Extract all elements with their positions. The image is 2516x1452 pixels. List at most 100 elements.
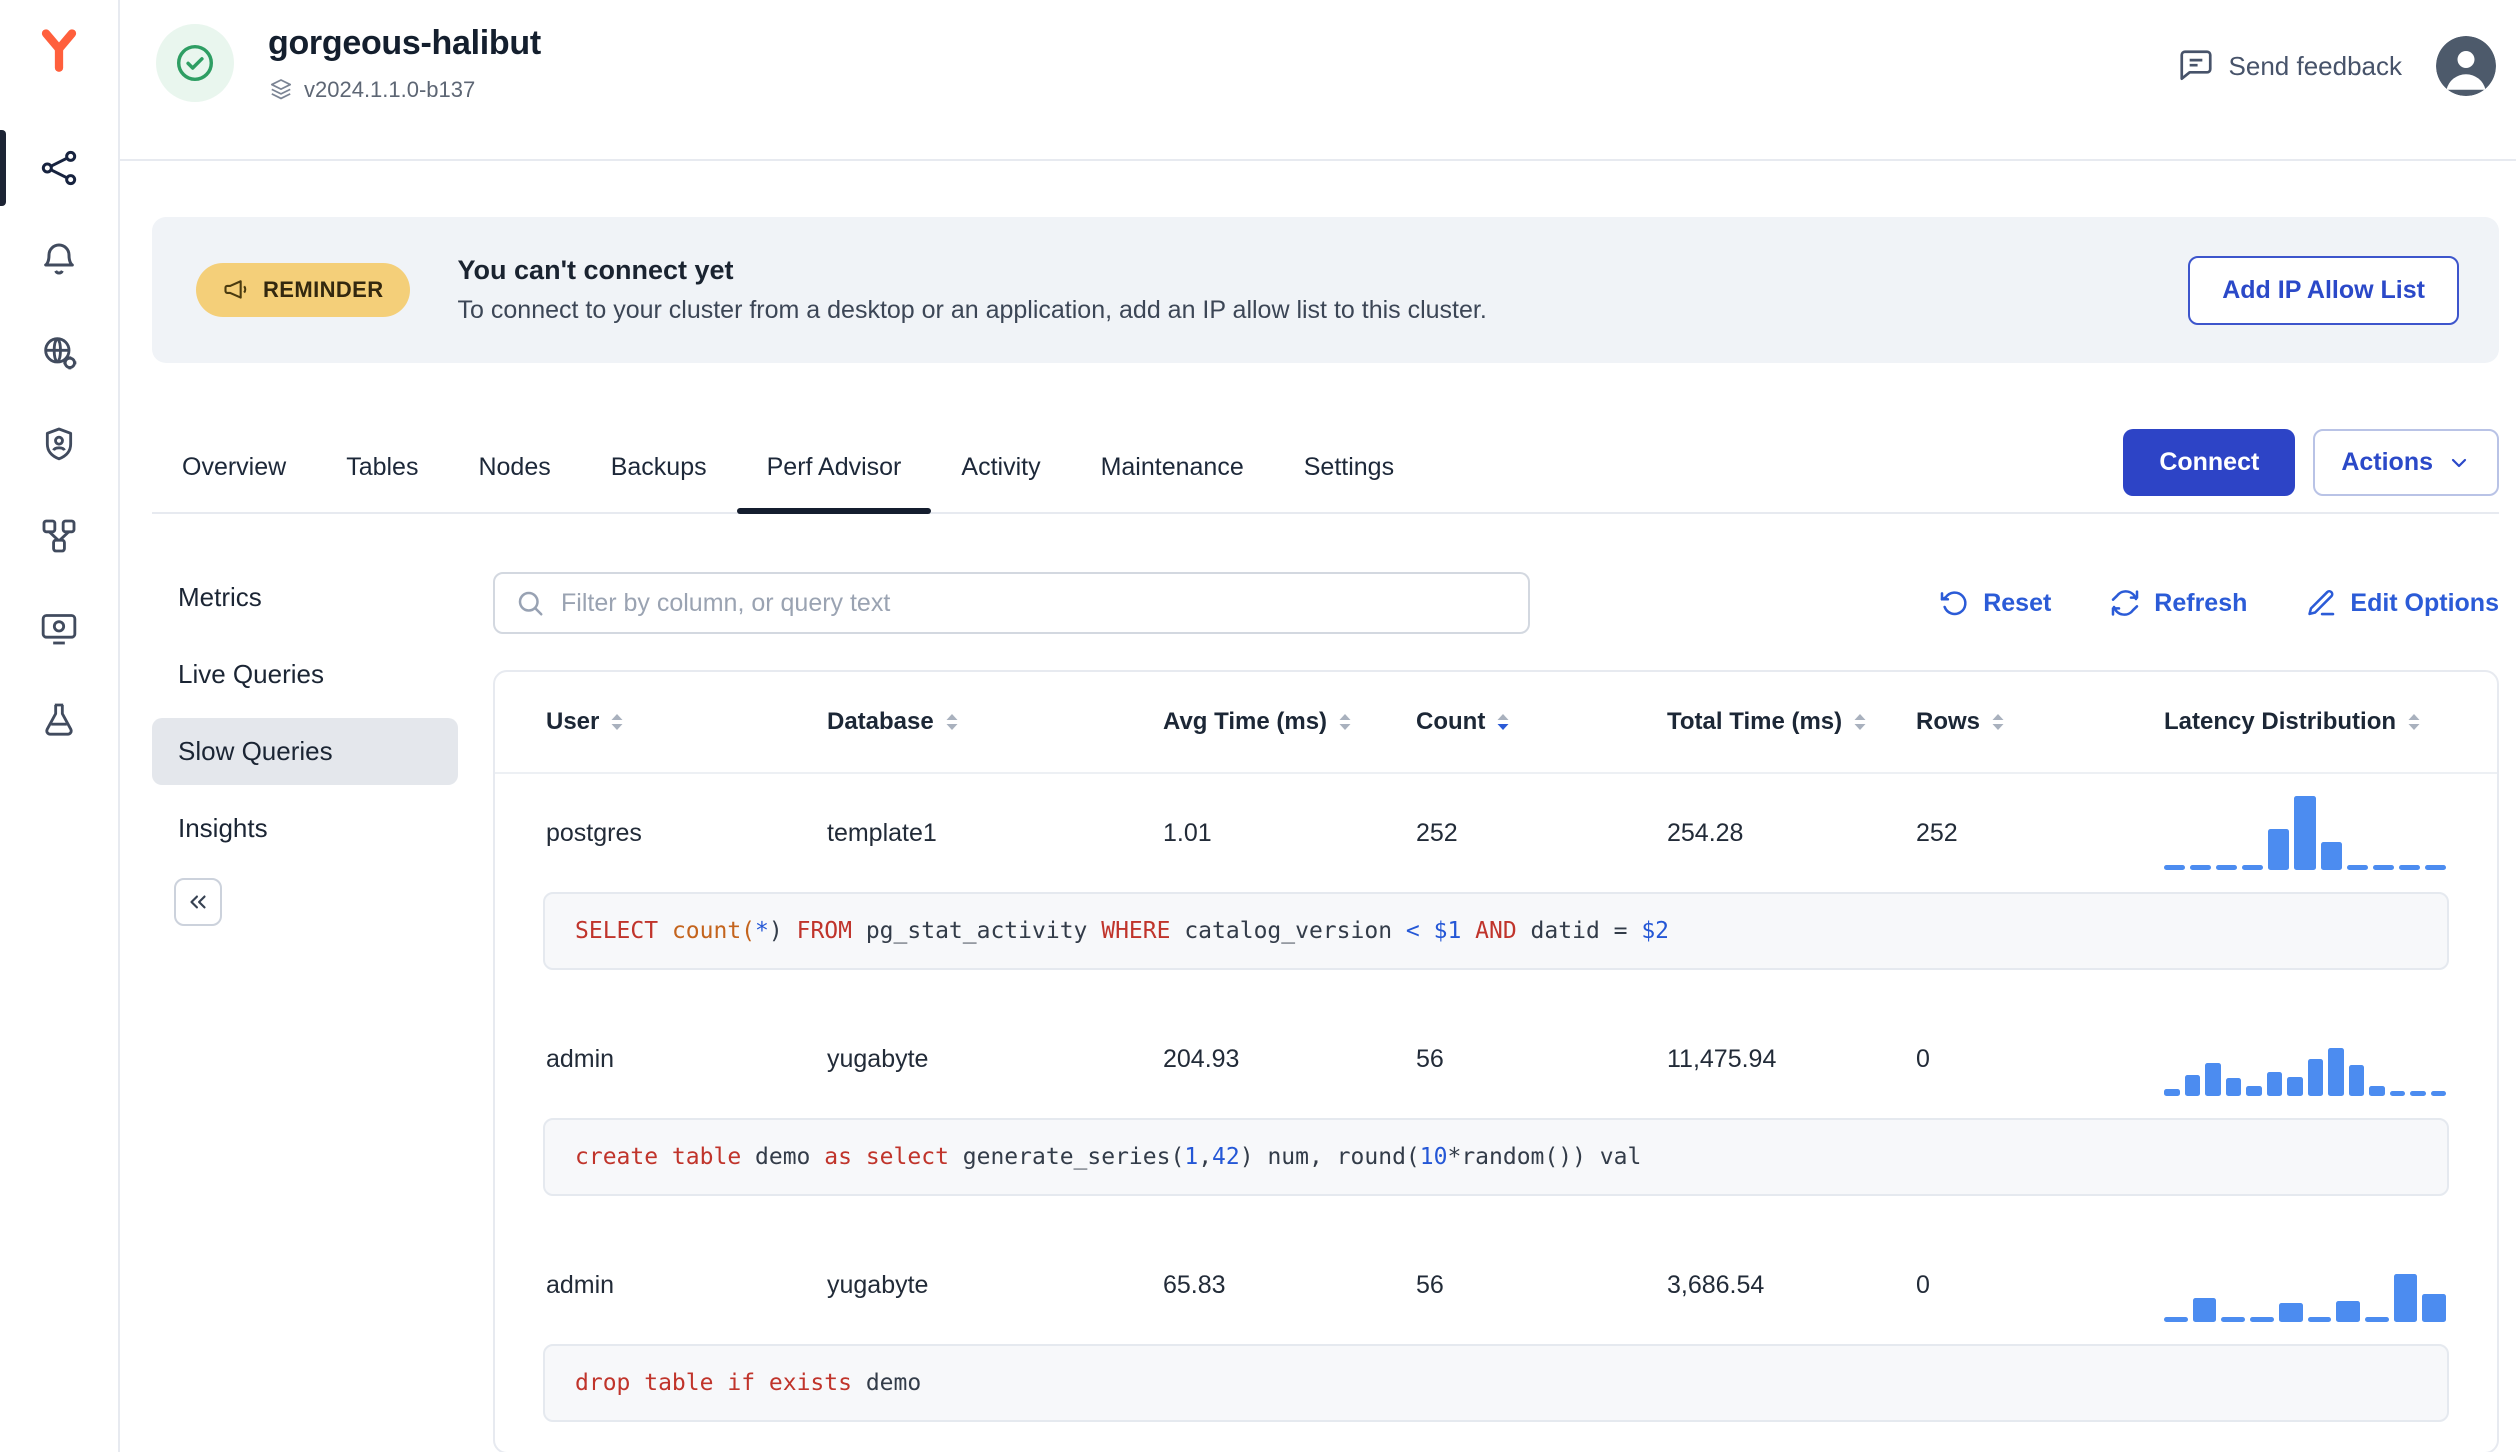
collapse-subnav-button[interactable] [174, 878, 222, 926]
sort-icon[interactable] [609, 712, 625, 732]
tab-perf-advisor[interactable]: Perf Advisor [736, 423, 932, 514]
cell-database: yugabyte [827, 1270, 929, 1299]
topology-icon [39, 516, 79, 556]
column-label: Latency Distribution [2164, 708, 2397, 735]
cell-avg-time: 65.83 [1163, 1270, 1226, 1299]
add-ip-allow-list-button[interactable]: Add IP Allow List [2188, 255, 2459, 325]
sql-query-text: create table demo as select generate_ser… [543, 1118, 2449, 1196]
yugabyte-logo[interactable] [33, 24, 85, 76]
column-label: Avg Time (ms) [1163, 708, 1328, 735]
table-header-row: User Database Avg Time (ms) Count Total … [495, 672, 2497, 774]
sidebar-item-integrations[interactable] [0, 490, 118, 582]
cell-count: 56 [1416, 1044, 1444, 1073]
sort-icon[interactable] [944, 712, 960, 732]
slow-queries-table: User Database Avg Time (ms) Count Total … [493, 670, 2499, 1452]
sidebar-item-billing[interactable] [0, 582, 118, 674]
reminder-badge: REMINDER [196, 263, 410, 317]
column-header-database[interactable]: Database [827, 708, 1163, 736]
cell-user: postgres [546, 818, 642, 847]
banner-message: To connect to your cluster from a deskto… [457, 296, 1487, 324]
sort-icon[interactable] [1852, 712, 1868, 732]
flask-icon [39, 700, 79, 740]
filter-input[interactable] [561, 588, 1508, 618]
subnav-item-insights[interactable]: Insights [152, 795, 458, 862]
send-feedback-button[interactable]: Send feedback [2177, 47, 2402, 85]
cell-avg-time: 204.93 [1163, 1044, 1240, 1073]
column-header-latency-distribution[interactable]: Latency Distribution [2164, 708, 2446, 736]
header-right: Send feedback [2177, 24, 2496, 96]
tab-settings[interactable]: Settings [1274, 423, 1424, 512]
toolbar-links: Reset Refresh Edit Options [1938, 587, 2499, 619]
cell-total-time: 11,475.94 [1667, 1044, 1777, 1073]
pencil-icon [2305, 587, 2337, 619]
column-header-rows[interactable]: Rows [1916, 708, 2164, 736]
tab-tables[interactable]: Tables [316, 423, 448, 512]
latency-histogram [2164, 1022, 2446, 1096]
cluster-title-block: gorgeous-halibut v2024.1.1.0-b137 [268, 24, 541, 103]
column-header-count[interactable]: Count [1416, 708, 1667, 736]
tab-overview[interactable]: Overview [152, 423, 316, 512]
reset-label: Reset [1983, 588, 2052, 617]
cell-count: 252 [1416, 818, 1458, 847]
tab-activity[interactable]: Activity [931, 423, 1070, 512]
avatar[interactable] [2436, 36, 2496, 96]
cluster-health-badge [156, 24, 234, 102]
reminder-badge-label: REMINDER [263, 277, 384, 302]
column-label: Total Time (ms) [1667, 708, 1843, 735]
edit-options-label: Edit Options [2350, 588, 2499, 617]
sort-icon[interactable] [1495, 712, 1511, 732]
slow-queries-panel: Reset Refresh [458, 514, 2516, 1452]
cell-count: 56 [1416, 1270, 1444, 1299]
subnav-item-slow-queries[interactable]: Slow Queries [152, 718, 458, 785]
banner-text: You can't connect yet To connect to your… [458, 255, 1487, 325]
shield-person-icon [39, 424, 79, 464]
sort-icon[interactable] [2406, 712, 2422, 732]
connect-button[interactable]: Connect [2123, 429, 2296, 496]
sidebar-item-security[interactable] [0, 398, 118, 490]
refresh-icon [2109, 587, 2141, 619]
slow-queries-toolbar: Reset Refresh [493, 572, 2499, 634]
chevron-down-icon [2447, 451, 2471, 475]
tab-maintenance[interactable]: Maintenance [1071, 423, 1274, 512]
sidebar-item-network[interactable] [0, 306, 118, 398]
column-header-avg-time[interactable]: Avg Time (ms) [1163, 708, 1416, 736]
sort-icon[interactable] [1337, 712, 1353, 732]
table-row[interactable]: admin yugabyte 204.93 56 11,475.94 0 [495, 1000, 2497, 1118]
column-label: User [546, 708, 600, 735]
reset-button[interactable]: Reset [1938, 587, 2051, 619]
latency-histogram [2164, 1248, 2447, 1322]
actions-button[interactable]: Actions [2313, 429, 2499, 496]
column-label: Rows [1916, 708, 1981, 735]
tab-backups[interactable]: Backups [581, 423, 737, 512]
cell-total-time: 3,686.54 [1667, 1270, 1765, 1299]
cell-rows: 0 [1916, 1270, 1930, 1299]
tabs-bar: Overview Tables Nodes Backups Perf Advis… [152, 423, 2499, 514]
page-title: gorgeous-halibut [268, 24, 541, 62]
globe-gear-icon [39, 332, 79, 372]
cluster-icon [39, 148, 79, 188]
sql-query-text: drop table if exists demo [543, 1344, 2449, 1422]
table-row[interactable]: postgres template1 1.01 252 254.28 252 [495, 774, 2497, 892]
column-header-user[interactable]: User [546, 708, 827, 736]
subnav-item-live-queries[interactable]: Live Queries [152, 641, 458, 708]
sidebar-item-alerts[interactable] [0, 214, 118, 306]
banner-title: You can't connect yet [457, 255, 734, 285]
megaphone-icon [222, 276, 250, 304]
sidebar-item-clusters[interactable] [0, 122, 118, 214]
table-row[interactable]: admin yugabyte 65.83 56 3,686.54 0 [495, 1226, 2497, 1344]
cell-user: admin [546, 1044, 615, 1073]
sort-icon[interactable] [1990, 712, 2006, 732]
tab-nodes[interactable]: Nodes [448, 423, 580, 512]
refresh-button[interactable]: Refresh [2109, 587, 2247, 619]
subnav-item-metrics[interactable]: Metrics [152, 564, 458, 631]
version-label: v2024.1.1.0-b137 [304, 77, 476, 102]
perf-subnav: Metrics Live Queries Slow Queries Insigh… [152, 514, 458, 1452]
edit-options-button[interactable]: Edit Options [2305, 587, 2499, 619]
search-icon [515, 588, 545, 618]
sql-query-text: SELECT count(*) FROM pg_stat_activity WH… [543, 892, 2449, 970]
column-header-total-time[interactable]: Total Time (ms) [1667, 708, 1916, 736]
perf-advisor-content: Metrics Live Queries Slow Queries Insigh… [120, 514, 2516, 1452]
feedback-icon [2177, 47, 2215, 85]
column-label: Count [1416, 708, 1486, 735]
sidebar-item-labs[interactable] [0, 674, 118, 766]
